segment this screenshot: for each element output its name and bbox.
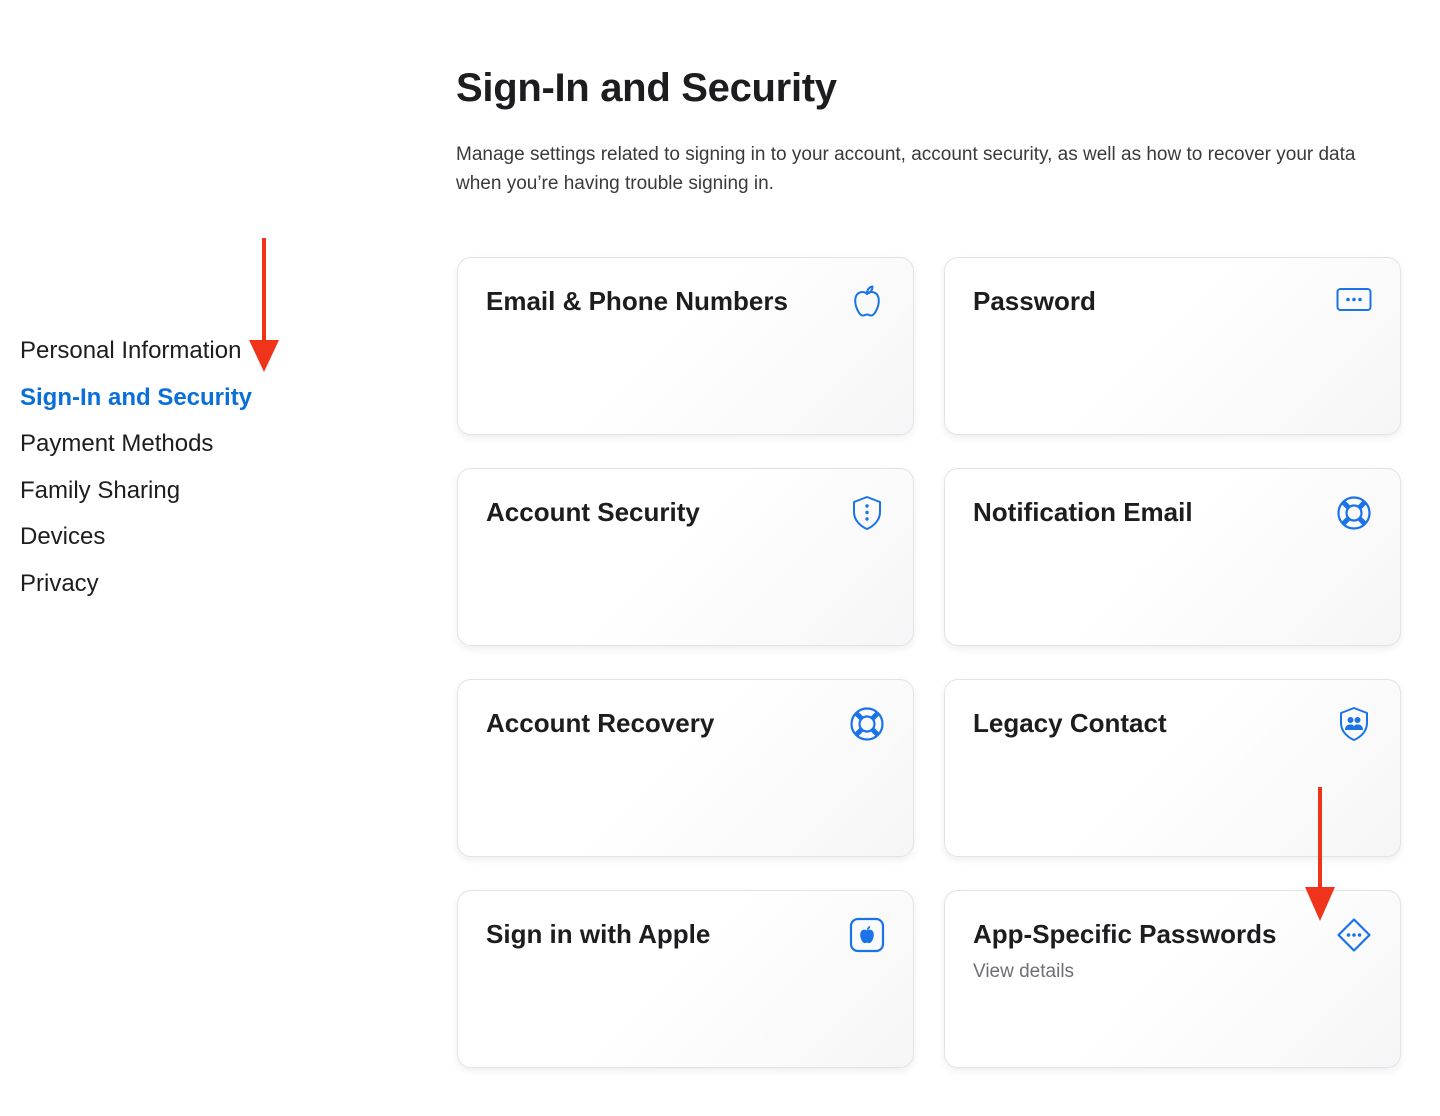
shield-icon xyxy=(849,495,885,531)
sidebar-item-sign-in-and-security[interactable]: Sign-In and Security xyxy=(20,375,340,422)
card-title: App-Specific Passwords xyxy=(973,919,1277,949)
card-title: Legacy Contact xyxy=(973,708,1167,738)
diamond-dots-icon xyxy=(1336,917,1372,953)
page-description: Manage settings related to signing in to… xyxy=(456,144,1356,194)
page-title: Sign-In and Security xyxy=(456,66,837,110)
card-legacy-contact[interactable]: Legacy Contact xyxy=(944,679,1401,857)
card-notification-email[interactable]: Notification Email xyxy=(944,468,1401,646)
card-password[interactable]: Password xyxy=(944,257,1401,435)
lifebuoy-icon xyxy=(1336,495,1372,531)
card-title: Account Recovery xyxy=(486,708,715,738)
card-subtitle[interactable]: View details xyxy=(973,961,1074,983)
card-account-security[interactable]: Account Security xyxy=(457,468,914,646)
card-title: Account Security xyxy=(486,497,700,527)
card-title: Password xyxy=(973,286,1096,316)
card-sign-in-with-apple[interactable]: Sign in with Apple xyxy=(457,890,914,1068)
settings-cards-grid: Email & Phone Numbers Password Account S… xyxy=(457,257,1402,1068)
password-dots-icon xyxy=(1336,282,1372,318)
sidebar-item-payment-methods[interactable]: Payment Methods xyxy=(20,421,340,468)
card-title: Notification Email xyxy=(973,497,1193,527)
apple-square-icon xyxy=(849,917,885,953)
apple-outline-icon xyxy=(849,284,885,320)
sidebar-item-devices[interactable]: Devices xyxy=(20,514,340,561)
card-email-phone-numbers[interactable]: Email & Phone Numbers xyxy=(457,257,914,435)
card-app-specific-passwords[interactable]: App-Specific Passwords View details xyxy=(944,890,1401,1068)
card-title: Sign in with Apple xyxy=(486,919,711,949)
sidebar-item-privacy[interactable]: Privacy xyxy=(20,561,340,608)
sidebar-nav: Personal Information Sign-In and Securit… xyxy=(20,328,340,607)
person-shield-icon xyxy=(1336,706,1372,742)
lifebuoy-icon xyxy=(849,706,885,742)
card-account-recovery[interactable]: Account Recovery xyxy=(457,679,914,857)
sidebar-item-personal-information[interactable]: Personal Information xyxy=(20,328,340,375)
sidebar-item-family-sharing[interactable]: Family Sharing xyxy=(20,468,340,515)
card-title: Email & Phone Numbers xyxy=(486,286,788,316)
